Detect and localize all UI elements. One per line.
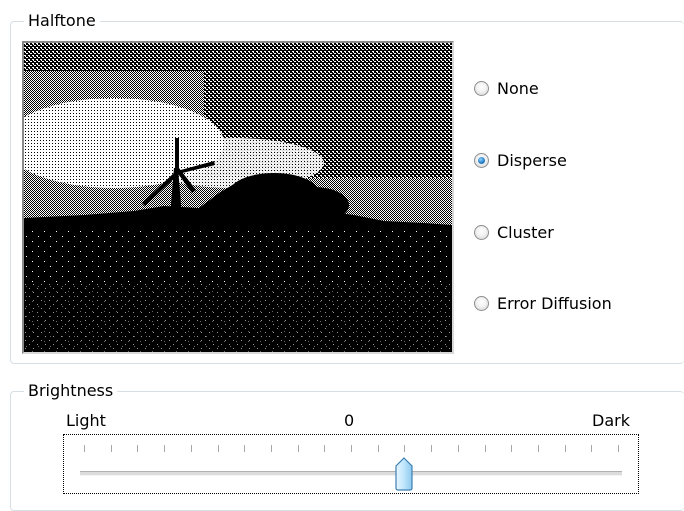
slider-tick [565, 445, 566, 452]
radio-disperse-label[interactable]: Disperse [497, 151, 567, 170]
radio-cluster[interactable] [474, 224, 489, 240]
slider-tick [431, 445, 432, 452]
brightness-group-title: Brightness [24, 382, 118, 400]
slider-tick [485, 445, 486, 452]
brightness-dark-label: Dark [592, 411, 630, 430]
slider-tick [538, 445, 539, 452]
halftone-option-error-diffusion[interactable]: Error Diffusion [474, 291, 612, 315]
radio-error-diffusion-label[interactable]: Error Diffusion [497, 294, 612, 313]
radio-none-label[interactable]: None [497, 79, 539, 98]
slider-tick [218, 445, 219, 452]
radio-none[interactable] [474, 80, 489, 96]
halftone-option-cluster[interactable]: Cluster [474, 220, 554, 244]
slider-tick [84, 445, 85, 452]
slider-tick [591, 445, 592, 452]
brightness-slider-ticks [84, 445, 619, 453]
brightness-light-label: Light [66, 411, 106, 430]
slider-tick [458, 445, 459, 452]
slider-tick [191, 445, 192, 452]
radio-cluster-label[interactable]: Cluster [497, 223, 554, 242]
brightness-slider-thumb[interactable] [394, 457, 414, 491]
slider-tick [378, 445, 379, 452]
slider-tick [111, 445, 112, 452]
slider-tick [618, 445, 619, 452]
halftone-group-title: Halftone [24, 12, 100, 30]
slider-tick [271, 445, 272, 452]
slider-tick [164, 445, 165, 452]
slider-tick [404, 445, 405, 452]
radio-disperse[interactable] [474, 152, 489, 168]
brightness-slider[interactable] [63, 434, 639, 494]
brightness-slider-track[interactable] [80, 471, 622, 476]
slider-tick [324, 445, 325, 452]
halftone-preview-image [22, 41, 454, 354]
slider-tick [244, 445, 245, 452]
halftone-preview-graphic [24, 43, 452, 352]
halftone-option-disperse[interactable]: Disperse [474, 148, 567, 172]
brightness-zero-label: 0 [344, 411, 355, 430]
slider-tick [298, 445, 299, 452]
halftone-option-none[interactable]: None [474, 76, 539, 100]
slider-tick [351, 445, 352, 452]
radio-error-diffusion[interactable] [474, 295, 489, 311]
slider-tick [511, 445, 512, 452]
slider-tick [137, 445, 138, 452]
